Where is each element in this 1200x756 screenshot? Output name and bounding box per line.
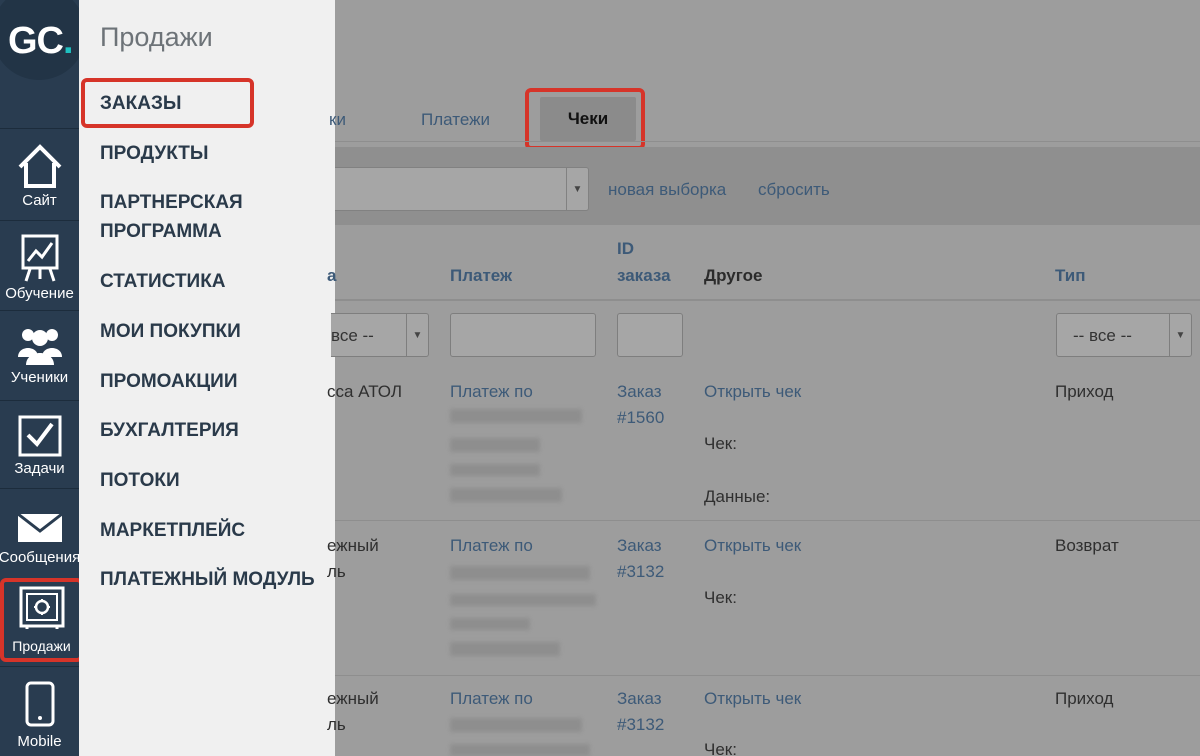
envelope-icon [0,513,79,543]
menu-item-streams[interactable]: ПОТОКИ [100,466,330,495]
check-label: Чек: [704,434,737,453]
row-order-line2[interactable]: #1560 [617,405,664,431]
row-order-line2[interactable]: #3132 [617,559,664,585]
row-order-line1[interactable]: Заказ [617,379,662,405]
check-label: Чек: [704,588,737,607]
rail-label-tasks: Задачи [14,460,65,477]
blurred-text [450,642,560,656]
rail-label-sales: Продажи [12,638,71,654]
rail-item-training[interactable]: Обучение [0,220,79,310]
row-col1-line2: ль [327,562,346,581]
tab-checks[interactable]: Чеки [540,97,636,141]
header-order-id-line1[interactable]: ID [617,235,634,262]
open-check-link[interactable]: Открыть чек [704,686,801,712]
row-col1-line2: ль [327,715,346,734]
blurred-text [450,488,562,502]
menu-item-accounting[interactable]: БУХГАЛТЕРИЯ [100,416,330,445]
blurred-text [450,618,530,630]
menu-title: Продажи [100,22,213,52]
blurred-text [450,566,590,580]
rail-item-site[interactable]: Сайт [0,128,79,220]
blurred-text [450,718,582,732]
col1-filter-value: все -- [331,326,374,345]
open-check-link[interactable]: Открыть чек [704,533,801,559]
logo[interactable]: GC. [0,0,79,80]
row-type: Приход [1055,382,1114,401]
header-order-id-line2[interactable]: заказа [617,262,671,289]
col1-filter-select[interactable]: все -- ▼ [331,313,429,357]
rail-item-students[interactable]: Ученики [0,310,79,400]
row-col1-line1: сса АТОЛ [327,382,402,401]
left-rail: GC. Сайт Обучение Ученики Задачи Сообщен… [0,0,79,756]
row-col1-line1: ежный [327,689,379,708]
phone-icon [0,681,79,727]
menu-item-my-purchases[interactable]: МОИ ПОКУПКИ [100,317,330,346]
row-col1-line1: ежный [327,536,379,555]
safe-icon [4,586,79,630]
menu-item-partner-program[interactable]: ПАРТНЕРСКАЯ ПРОГРАММА [100,188,330,246]
row-payment-link[interactable]: Платеж по [450,379,533,405]
tabs-divider [335,141,1200,142]
header-divider [335,299,1200,301]
sales-menu-panel: Продажи ЗАКАЗЫ ПРОДУКТЫ ПАРТНЕРСКАЯ ПРОГ… [79,0,335,756]
filter-bar: ▼ новая выборка сбросить [335,147,1200,225]
chevron-down-icon: ▼ [566,168,588,210]
rail-item-messages[interactable]: Сообщения [0,488,79,578]
blurred-text [450,409,582,423]
row-payment-link[interactable]: Платеж по [450,533,533,559]
rail-label-mobile: Mobile [17,733,62,750]
header-partial[interactable]: а [327,262,336,289]
sample-select[interactable]: ▼ [335,167,589,211]
new-selection-link[interactable]: новая выборка [608,180,726,200]
payment-filter-input[interactable] [450,313,596,357]
menu-item-orders[interactable]: ЗАКАЗЫ [100,89,330,118]
row-order-line1[interactable]: Заказ [617,533,662,559]
header-payment[interactable]: Платеж [450,262,512,289]
tab-partial[interactable]: ки [329,110,346,130]
row-order-line2[interactable]: #3132 [617,712,664,738]
blurred-text [450,438,540,452]
order-id-filter-input[interactable] [617,313,683,357]
rail-item-sales-highlight[interactable]: Продажи [0,578,79,662]
header-other: Другое [704,266,763,285]
tab-payments[interactable]: Платежи [421,110,490,130]
row-type: Возврат [1055,536,1119,555]
menu-item-products[interactable]: ПРОДУКТЫ [100,139,330,168]
rail-item-mobile[interactable]: Mobile [0,666,79,756]
rail-label-messages: Сообщения [0,549,79,566]
rail-label-training: Обучение [5,285,74,302]
reset-link[interactable]: сбросить [758,180,830,200]
checkbox-icon [0,415,79,457]
menu-item-promotions[interactable]: ПРОМОАКЦИИ [100,367,330,396]
blurred-text [450,744,590,756]
house-icon [0,143,79,189]
check-label: Чек: [704,740,737,756]
row-divider [335,520,1200,521]
logo-text: GC [8,20,64,62]
rail-label-students: Ученики [10,369,69,386]
main-content: ки Платежи Чеки ▼ новая выборка сбросить… [327,0,1200,756]
row-divider [335,675,1200,676]
type-filter-select[interactable]: -- все -- ▼ [1056,313,1192,357]
header-type[interactable]: Тип [1055,262,1085,289]
type-filter-value: -- все -- [1073,326,1132,345]
row-order-line1[interactable]: Заказ [617,686,662,712]
students-icon [0,325,79,367]
training-chart-icon [0,233,79,283]
rail-label-site: Сайт [22,192,57,209]
menu-item-payment-module[interactable]: ПЛАТЕЖНЫЙ МОДУЛЬ [100,565,330,594]
menu-item-marketplace[interactable]: МАРКЕТПЛЕЙС [100,516,330,545]
chevron-down-icon: ▼ [406,314,428,356]
open-check-link[interactable]: Открыть чек [704,379,801,405]
chevron-down-icon: ▼ [1169,314,1191,356]
blurred-text [450,464,540,476]
blurred-text [450,594,596,606]
rail-item-tasks[interactable]: Задачи [0,400,79,488]
row-payment-link[interactable]: Платеж по [450,686,533,712]
row-type: Приход [1055,689,1114,708]
data-label: Данные: [704,487,771,506]
logo-dot: . [63,20,74,62]
menu-item-statistics[interactable]: СТАТИСТИКА [100,267,330,296]
